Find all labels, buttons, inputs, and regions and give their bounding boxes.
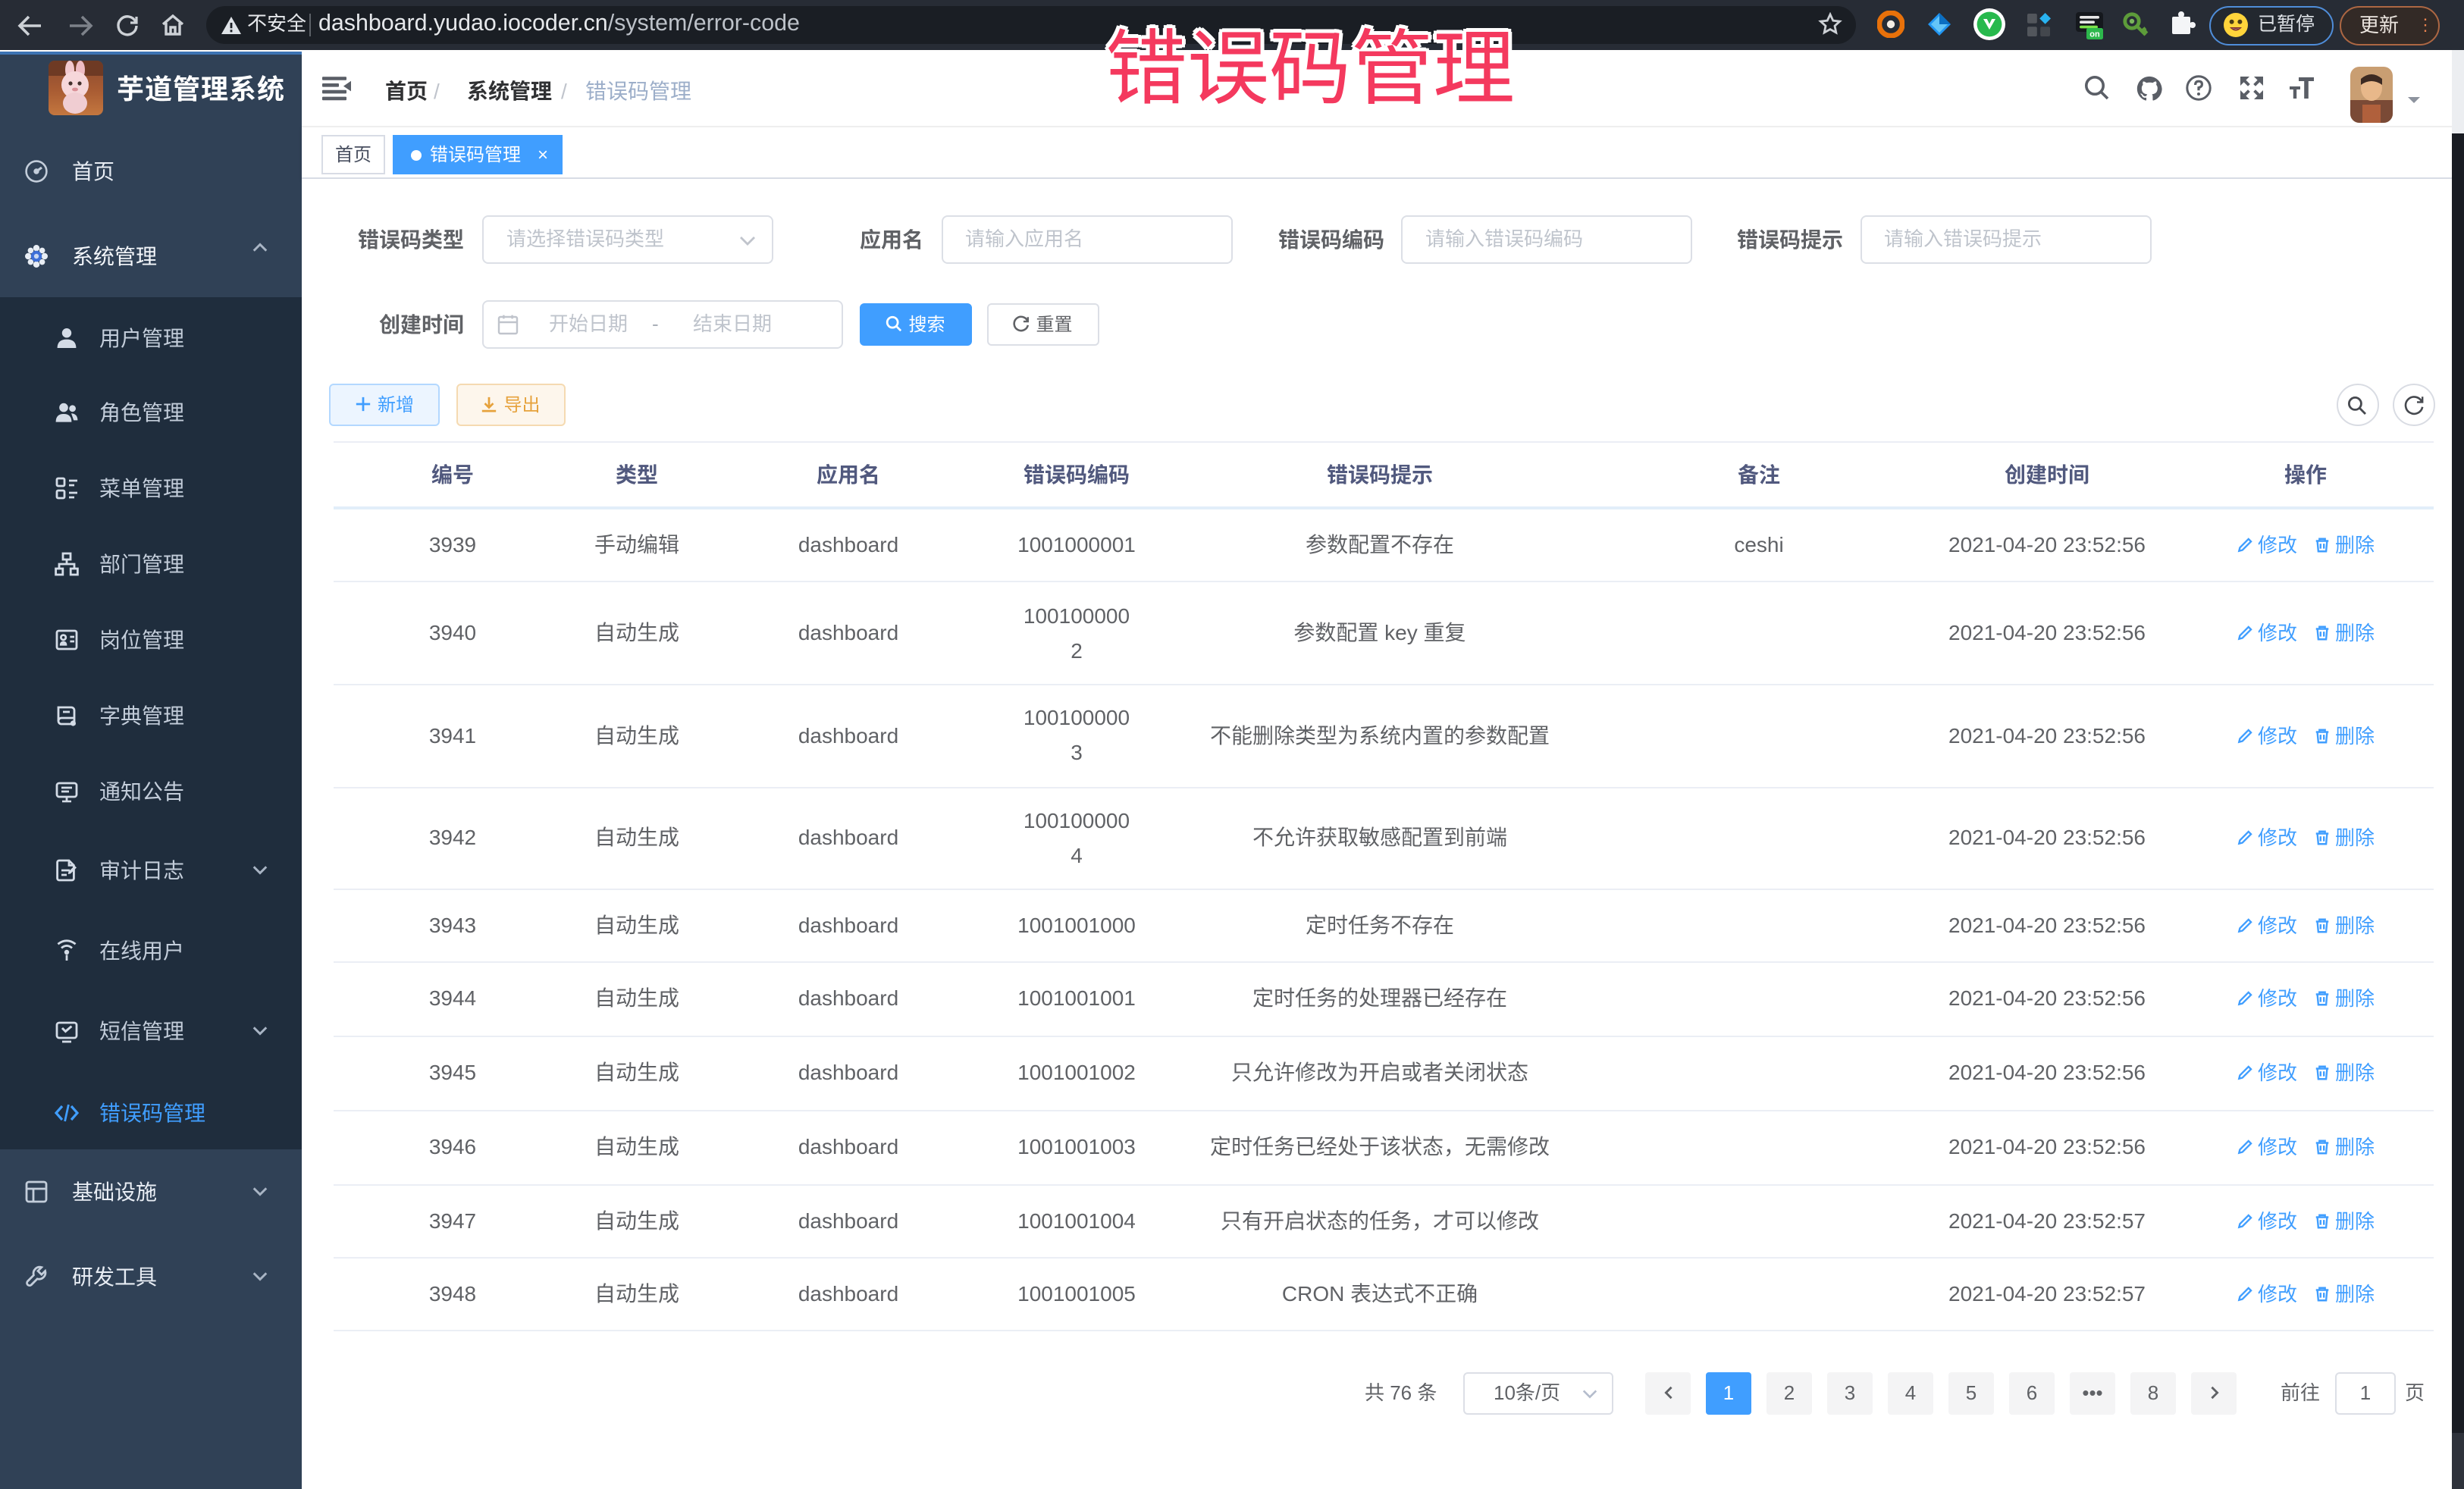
svg-text:on: on [2089,30,2100,39]
